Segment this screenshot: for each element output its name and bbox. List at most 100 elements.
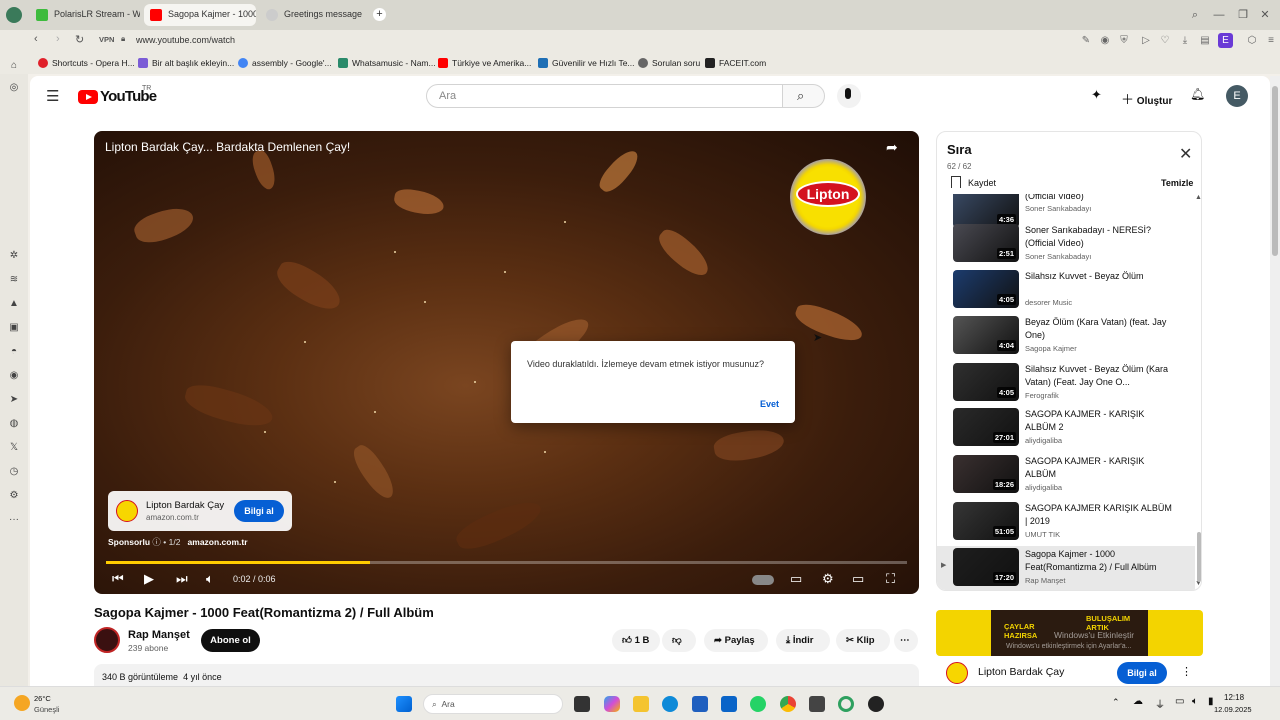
clock-date[interactable]: 12.09.2025 xyxy=(1214,705,1252,714)
chrome-icon[interactable] xyxy=(780,696,796,712)
whatsapp-icon[interactable]: ◉ xyxy=(8,370,20,382)
previous-icon[interactable]: ⏮ xyxy=(112,571,124,587)
bookmark-altbaslik[interactable]: Bir alt başlık ekleyin... xyxy=(138,58,234,68)
ai-icon[interactable]: ✲ xyxy=(8,250,20,262)
new-tab-button[interactable]: + xyxy=(373,8,386,21)
save-queue-button[interactable]: Kaydet xyxy=(968,178,996,188)
music-player-icon[interactable]: ◍ xyxy=(8,418,20,430)
dislike-button[interactable]: 👎︎ xyxy=(662,629,696,652)
copilot-icon[interactable] xyxy=(604,696,620,712)
edit-icon[interactable]: ✎ xyxy=(1080,35,1092,47)
store-icon[interactable] xyxy=(692,696,708,712)
volume-icon[interactable]: 🔈︎ xyxy=(206,571,214,587)
play-icon[interactable]: ▶ xyxy=(144,571,154,587)
queue-item-thumbnail[interactable]: 27:01 xyxy=(953,408,1019,446)
minimize-icon[interactable]: — xyxy=(1210,6,1228,24)
search-button[interactable]: ⌕ xyxy=(783,84,825,108)
browser-menu-icon[interactable] xyxy=(6,7,22,23)
queue-item-thumbnail[interactable]: 17:20 xyxy=(953,548,1019,586)
battery-icon[interactable]: ▮ xyxy=(1208,696,1214,707)
account-avatar[interactable]: E xyxy=(1226,85,1248,107)
menu-icon[interactable]: ≡ xyxy=(1265,35,1277,47)
queue-item-thumbnail[interactable]: 2:51 xyxy=(953,224,1019,262)
home-icon[interactable]: ⌂ xyxy=(8,60,20,72)
history-icon[interactable]: ◷ xyxy=(8,466,20,478)
kebab-menu-icon[interactable]: ⋮ xyxy=(1181,665,1192,678)
more-icon[interactable]: ··· xyxy=(8,514,20,526)
tab-youtube[interactable]: Sagopa Kajmer - 1000 F... xyxy=(144,4,256,26)
usb-icon[interactable]: ⏚ xyxy=(1155,696,1165,711)
profile-avatar[interactable]: E xyxy=(1218,33,1233,48)
queue-item[interactable]: ▶ 17:20 Sagopa Kajmer - 1000 Feat(Romantiz… xyxy=(937,546,1195,590)
like-button[interactable]: 👍︎ 1 B xyxy=(612,629,660,652)
cube-icon[interactable]: ⬡ xyxy=(1246,35,1258,47)
tray-chevron-icon[interactable]: ⌃ xyxy=(1112,697,1120,708)
download-button[interactable]: ⤓ İndir xyxy=(776,629,830,652)
more-actions-button[interactable]: ⋯ xyxy=(894,629,918,652)
vpn-badge[interactable]: VPN xyxy=(99,35,114,44)
tab-greetings[interactable]: Greetings message xyxy=(260,4,370,26)
camera-icon[interactable]: ◉ xyxy=(1099,35,1111,47)
bookmark-shortcuts[interactable]: Shortcuts - Opera H... xyxy=(38,58,135,68)
bookmark-sorulan[interactable]: Sorulan soru xyxy=(638,58,700,68)
queue-item[interactable]: 4:05 Silahsız Kuvvet - Beyaz Ölüm desorer … xyxy=(937,268,1195,314)
reload-icon[interactable]: ↻ xyxy=(75,33,84,46)
progress-bar[interactable] xyxy=(106,561,907,564)
autoplay-toggle[interactable] xyxy=(752,575,774,585)
notifications-bell-icon[interactable]: 🔔︎ xyxy=(1190,87,1205,101)
search-input[interactable]: Ara xyxy=(426,84,783,108)
channel-name[interactable]: Rap Manşet xyxy=(128,629,190,641)
clip-button[interactable]: ✂ Klip xyxy=(836,629,890,652)
maximize-icon[interactable]: ❐ xyxy=(1234,6,1252,24)
tab-polaris[interactable]: PolarisLR Stream - Watch xyxy=(30,4,140,26)
share-arrow-icon[interactable]: ➦ xyxy=(886,139,898,156)
promo-learn-more-button[interactable]: Bilgi al xyxy=(1117,662,1167,684)
bookmark-turkiye[interactable]: Türkiye ve Amerika... xyxy=(438,58,531,68)
theater-mode-icon[interactable]: ▭ xyxy=(852,571,864,587)
file-explorer-icon[interactable] xyxy=(633,696,649,712)
info-icon[interactable]: ⓘ xyxy=(152,537,161,547)
queue-item-thumbnail[interactable]: 4:05 xyxy=(953,270,1019,308)
queue-item-thumbnail[interactable]: 18:26 xyxy=(953,455,1019,493)
next-icon[interactable]: ⏭ xyxy=(176,571,188,587)
download-icon[interactable]: ⤓ xyxy=(1179,35,1191,47)
opera-app-icon[interactable] xyxy=(838,696,854,712)
hamburger-icon[interactable]: ☰ xyxy=(46,87,59,105)
queue-scrollbar[interactable] xyxy=(1197,532,1201,582)
stack-icon[interactable]: ≋ xyxy=(8,274,20,286)
page-scrollbar[interactable] xyxy=(1270,76,1280,686)
bookmark-guvenilir[interactable]: Güvenilir ve Hızlı Te... xyxy=(538,58,635,68)
fullscreen-icon[interactable]: ⛶ xyxy=(886,571,895,587)
instagram-icon[interactable]: ▣ xyxy=(8,322,20,334)
network-icon[interactable]: ▭ xyxy=(1175,696,1184,707)
aria-icon[interactable]: ◎ xyxy=(8,82,20,94)
tray-app-icon[interactable]: ☁ xyxy=(1133,696,1143,707)
dialog-confirm-button[interactable]: Evet xyxy=(760,399,779,409)
queue-item[interactable]: 51:05 SAGOPA KAJMER KARIŞIK ALBÜM | 2019 U… xyxy=(937,500,1195,546)
player-icon[interactable]: ▷ xyxy=(1140,35,1152,47)
create-button[interactable]: ＋ Oluştur xyxy=(1115,84,1175,108)
subscribe-button[interactable]: Abone ol xyxy=(201,629,260,652)
app-icon[interactable] xyxy=(809,696,825,712)
x-icon[interactable]: 𝕏 xyxy=(8,442,20,454)
promo-banner[interactable]: ÇAYLAR HAZIRSA BULUŞALIM ARTIK Windows'u… xyxy=(936,610,1203,656)
wallet-icon[interactable]: ▤ xyxy=(1199,35,1211,47)
video-player[interactable]: Lipton Bardak Çay... Bardakta Demlenen Ç… xyxy=(94,131,919,594)
queue-item[interactable]: 2:51 Soner Sarıkabadayı - NERESİ? (Offici… xyxy=(937,222,1195,268)
queue-item-thumbnail[interactable]: 51:05 xyxy=(953,502,1019,540)
bookmark-assembly[interactable]: assembly - Google'... xyxy=(238,58,332,68)
ad-card[interactable]: Lipton Bardak Çay amazon.com.tr Bilgi al xyxy=(108,491,292,531)
clear-queue-button[interactable]: Temizle xyxy=(1161,178,1193,188)
back-icon[interactable]: ‹ xyxy=(34,33,38,45)
forward-icon[interactable]: › xyxy=(56,33,60,45)
settings-gear-icon[interactable]: ⚙ xyxy=(822,571,834,587)
queue-item[interactable]: 18:26 SAGOPA KAJMER - KARIŞIK ALBÜM aliydi… xyxy=(937,453,1195,499)
arrow-icon[interactable]: ▲ xyxy=(8,298,20,310)
weather-icon[interactable] xyxy=(14,695,30,711)
queue-item[interactable]: 4:04 Beyaz Ölüm (Kara Vatan) (feat. Jay O… xyxy=(937,314,1195,360)
queue-item[interactable]: 27:01 SAGOPA KAJMER - KARIŞIK ALBÜM 2 aliy… xyxy=(937,406,1195,452)
queue-item-thumbnail[interactable]: 4:05 xyxy=(953,363,1019,401)
messenger-icon[interactable]: ◓ xyxy=(8,346,20,358)
close-window-icon[interactable]: ✕ xyxy=(1256,6,1274,24)
bookmark-faceit[interactable]: FACEIT.com xyxy=(705,58,766,68)
